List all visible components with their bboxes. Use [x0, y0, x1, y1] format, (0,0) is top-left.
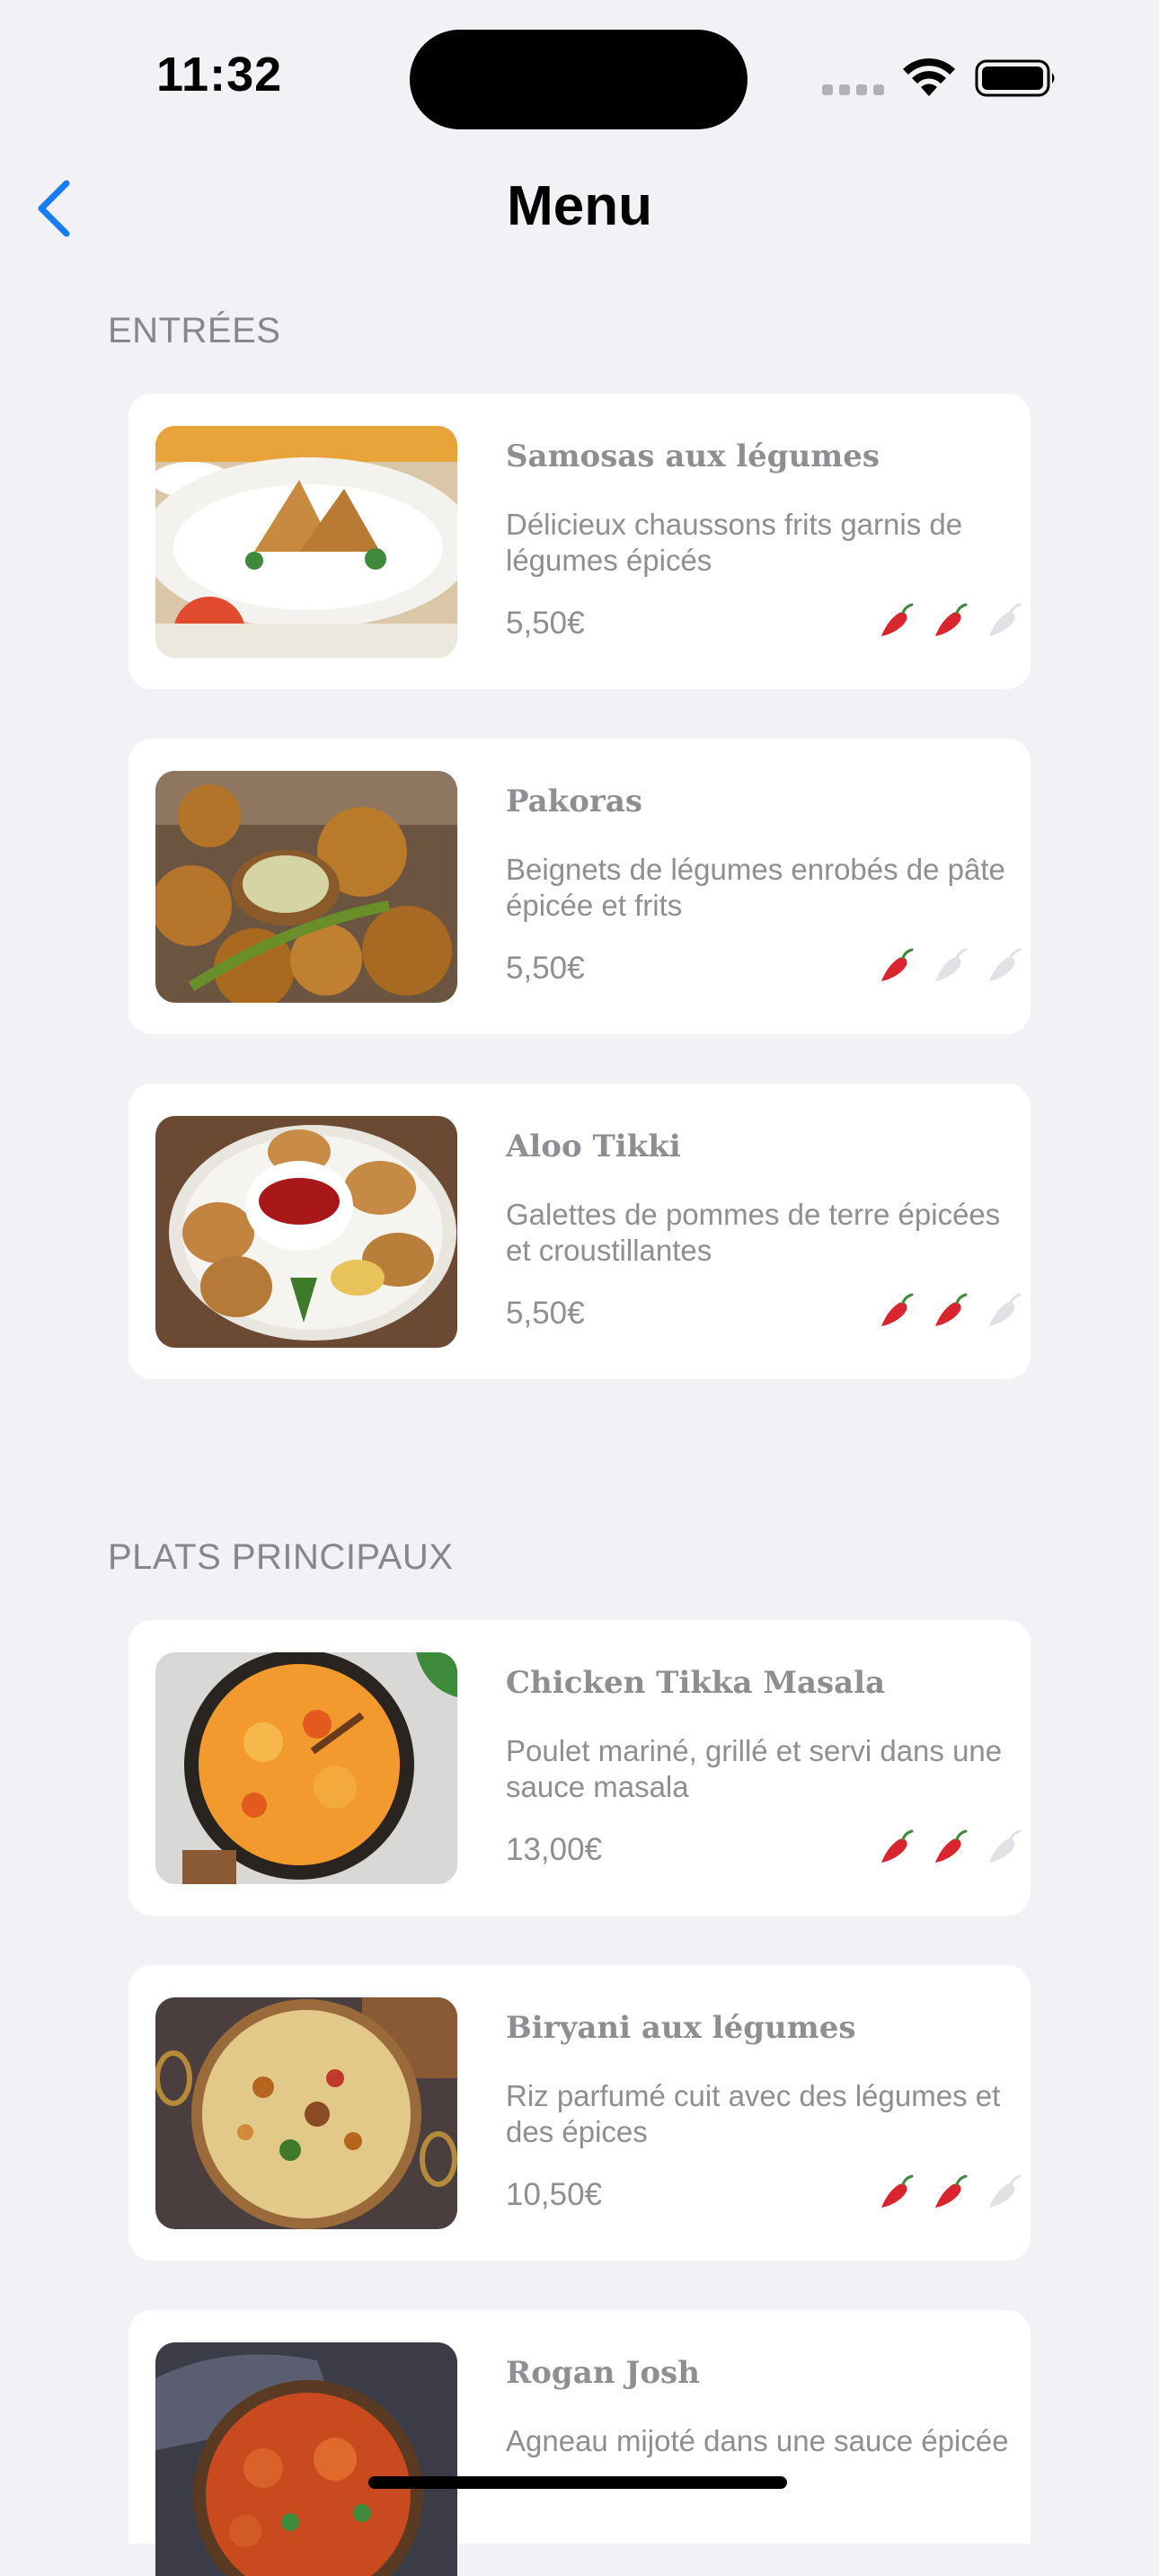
navigation-bar: Menu	[0, 162, 1159, 252]
chili-pepper-outline-icon	[989, 603, 1022, 636]
dish-name: Pakoras	[506, 783, 643, 819]
dish-description: Beignets de légumes enrobés de pâte épic…	[506, 853, 1005, 922]
menu-item-card[interactable]: Rogan Josh Agneau mijoté dans une sauce …	[128, 2310, 1031, 2576]
dish-name: Chicken Tikka Masala	[506, 1665, 886, 1701]
dish-photo	[155, 1116, 457, 1348]
spice-rating	[865, 600, 1027, 645]
page-title: Menu	[507, 175, 652, 237]
chili-pepper-outline-icon	[989, 1829, 1022, 1863]
menu-item-card[interactable]: Biryani aux légumes Riz parfumé cuit ave…	[128, 1965, 1031, 2261]
chili-pepper-outline-icon	[989, 948, 1022, 981]
chili-pepper-outline-icon	[989, 1293, 1022, 1326]
chili-pepper-icon	[881, 1293, 914, 1326]
status-time: 11:32	[156, 48, 283, 102]
dish-photo	[155, 1997, 457, 2229]
spice-rating	[865, 1290, 1027, 1335]
dish-price: 10,50€	[506, 2177, 603, 2212]
menu-item-card[interactable]: Aloo Tikki Galettes de pommes de terre é…	[128, 1084, 1031, 1379]
status-bar: 11:32	[0, 0, 1159, 153]
dish-price: 5,50€	[506, 606, 585, 641]
dish-description: Délicieux chaussons frits garnis de légu…	[506, 508, 963, 577]
home-indicator[interactable]	[368, 2476, 787, 2489]
section-header-entrees: ENTRÉES	[108, 311, 281, 350]
spice-rating	[865, 2172, 1027, 2217]
cellular-signal-icon	[822, 84, 885, 95]
spice-rating	[865, 1827, 1027, 1872]
dish-description: Agneau mijoté dans une sauce épicée	[506, 2424, 1009, 2457]
spice-rating	[865, 945, 1027, 990]
dish-price: 5,50€	[506, 1296, 585, 1331]
menu-item-card[interactable]: Chicken Tikka Masala Poulet mariné, gril…	[128, 1620, 1031, 1916]
dish-name: Rogan Josh	[506, 2355, 700, 2391]
chili-pepper-icon	[881, 2174, 914, 2208]
dish-photo	[155, 1652, 457, 1884]
chili-pepper-icon	[881, 948, 914, 981]
dish-photo	[155, 2342, 457, 2576]
dish-photo	[155, 771, 457, 1003]
wifi-icon	[903, 58, 955, 96]
chili-pepper-icon	[935, 1293, 968, 1326]
chili-pepper-icon	[935, 2174, 968, 2208]
dish-name: Biryani aux légumes	[506, 2010, 856, 2046]
chili-pepper-icon	[881, 603, 914, 636]
chili-pepper-icon	[935, 603, 968, 636]
menu-item-card[interactable]: Pakoras Beignets de légumes enrobés de p…	[128, 739, 1031, 1034]
dish-photo	[155, 426, 457, 658]
chili-pepper-icon	[935, 1829, 968, 1863]
dish-description: Riz parfumé cuit avec des légumes et des…	[506, 2079, 1001, 2148]
battery-icon	[975, 59, 1055, 97]
chili-pepper-outline-icon	[935, 948, 968, 981]
dish-description: Galettes de pommes de terre épicées et c…	[506, 1198, 1001, 1267]
chili-pepper-outline-icon	[989, 2174, 1022, 2208]
section-header-plats-principaux: PLATS PRINCIPAUX	[108, 1537, 454, 1577]
dish-name: Aloo Tikki	[506, 1129, 681, 1164]
menu-item-card[interactable]: Samosas aux légumes Délicieux chaussons …	[128, 394, 1031, 689]
dish-price: 13,00€	[506, 1832, 603, 1867]
dish-name: Samosas aux légumes	[506, 438, 880, 474]
dynamic-island	[410, 30, 748, 129]
dish-description: Poulet mariné, grillé et servi dans une …	[506, 1734, 1003, 1803]
chili-pepper-icon	[881, 1829, 914, 1863]
dish-price: 5,50€	[506, 951, 585, 986]
